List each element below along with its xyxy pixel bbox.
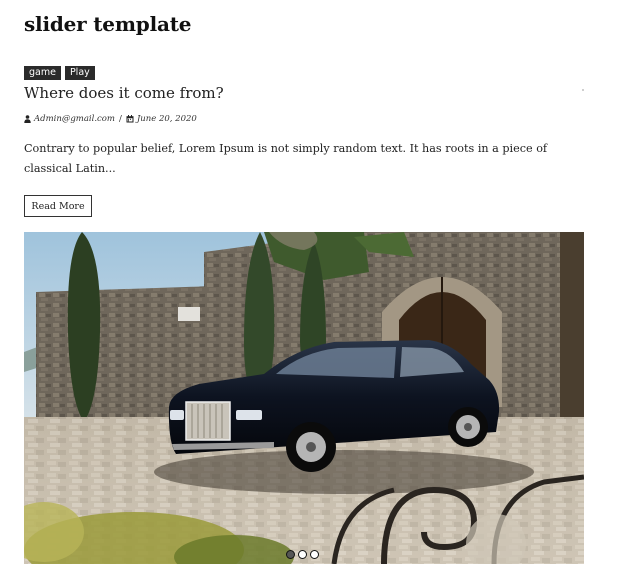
post-title[interactable]: Where does it come from? — [24, 84, 224, 102]
slider-dot-1[interactable] — [286, 550, 295, 559]
post-date[interactable]: June 20, 2020 — [137, 114, 197, 124]
read-more-button[interactable]: Read More — [24, 195, 92, 217]
post-tags: game Play — [24, 66, 95, 80]
tag-game[interactable]: game — [24, 66, 61, 80]
image-slider[interactable] — [24, 232, 584, 564]
post-meta: Admin@gmail.com / June 20, 2020 — [24, 114, 197, 124]
post-author[interactable]: Admin@gmail.com — [34, 114, 115, 124]
slider-dot-2[interactable] — [298, 550, 307, 559]
slide-image — [24, 232, 584, 564]
calendar-icon — [126, 115, 134, 123]
decorative-mark — [582, 89, 584, 91]
post-excerpt: Contrary to popular belief, Lorem Ipsum … — [24, 142, 548, 175]
slider-pagination — [286, 550, 319, 559]
user-icon — [24, 115, 31, 123]
slider-dot-3[interactable] — [310, 550, 319, 559]
page-title: slider template — [24, 12, 192, 36]
meta-separator: / — [118, 114, 122, 124]
tag-play[interactable]: Play — [64, 66, 95, 80]
